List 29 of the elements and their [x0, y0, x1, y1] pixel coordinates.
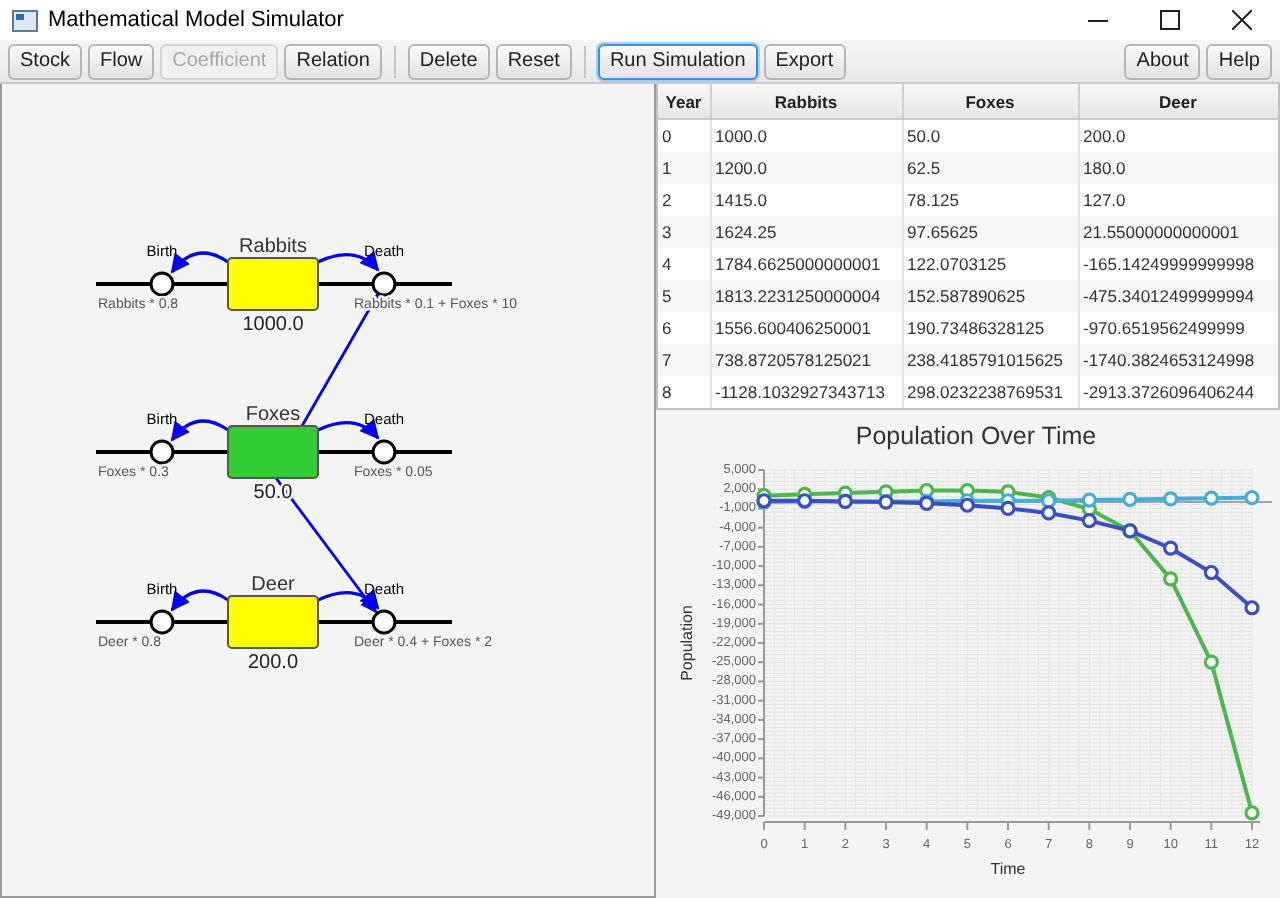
- stock-value: 200.0: [247, 652, 299, 674]
- table-cell: 152.587890625: [902, 280, 1078, 312]
- stock-name: Foxes: [245, 404, 301, 426]
- stock-name: Rabbits: [239, 236, 307, 258]
- table-cell: 7: [658, 344, 710, 376]
- table-cell: 97.65625: [902, 216, 1078, 248]
- table-cell: 298.0232238769531: [902, 376, 1078, 408]
- stock-value: 1000.0: [242, 314, 304, 336]
- table-cell: 238.4185791015625: [902, 344, 1078, 376]
- table-cell: 3: [658, 216, 710, 248]
- table-cell: 8: [658, 376, 710, 408]
- table-cell: -2913.3726096406244: [1078, 376, 1278, 408]
- table-cell: -1128.1032927343713: [710, 376, 902, 408]
- table-cell: 62.5: [902, 152, 1078, 184]
- table-cell: -475.34012499999994: [1078, 280, 1278, 312]
- table-cell: 1200.0: [710, 152, 902, 184]
- y-axis-title: Population: [678, 605, 696, 681]
- table-cell: -1740.3824653124998: [1078, 344, 1278, 376]
- table-cell: 180.0: [1078, 152, 1278, 184]
- table-cell: 21.55000000000001: [1078, 216, 1278, 248]
- x-axis-title: Time: [990, 860, 1026, 878]
- stock-name: Deer: [251, 574, 295, 596]
- window-title: Mathematical Model Simulator: [48, 8, 344, 32]
- table-cell: 1624.25: [710, 216, 902, 248]
- chart-title: Population Over Time: [855, 422, 1097, 450]
- table-cell: 5: [658, 280, 710, 312]
- table-cell: 1: [658, 152, 710, 184]
- table-cell: 1813.2231250000004: [710, 280, 902, 312]
- table-cell: 738.8720578125021: [710, 344, 902, 376]
